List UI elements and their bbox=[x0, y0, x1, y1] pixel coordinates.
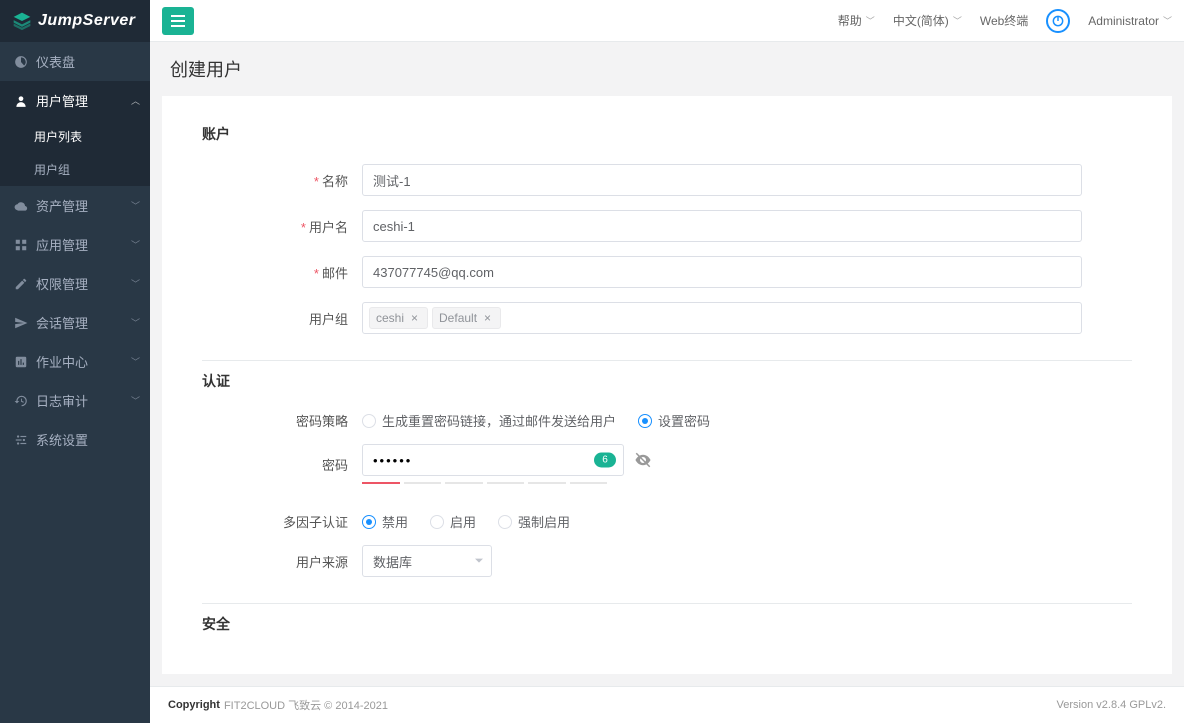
nav-label: 资产管理 bbox=[36, 196, 88, 215]
logo-text: JumpServer bbox=[38, 12, 136, 30]
tag-close-icon[interactable]: × bbox=[481, 312, 494, 325]
section-account: 账户 bbox=[202, 124, 1132, 144]
nav-user-mgmt[interactable]: 用户管理 ︿ bbox=[0, 81, 150, 120]
radio-pwd-policy-set[interactable]: 设置密码 bbox=[638, 411, 710, 430]
send-icon bbox=[14, 316, 28, 330]
nav-list: 仪表盘 用户管理 ︿ 用户列表 用户组 资产管理 ﹀ 应用管理 ﹀ bbox=[0, 42, 150, 459]
nav-label: 系统设置 bbox=[36, 430, 88, 449]
cloud-icon bbox=[14, 199, 28, 213]
user-icon bbox=[14, 94, 28, 108]
header: 帮助﹀ 中文(简体)﹀ Web终端 Administrator﹀ bbox=[150, 0, 1184, 42]
chevron-down-icon: ﹀ bbox=[131, 316, 140, 329]
sidebar-toggle-button[interactable] bbox=[162, 7, 194, 35]
username-input[interactable] bbox=[362, 210, 1082, 242]
history-icon bbox=[14, 394, 28, 408]
help-link[interactable]: 帮助﹀ bbox=[838, 12, 875, 29]
groups-input[interactable]: ceshi× Default× bbox=[362, 302, 1082, 334]
form-card: 账户 *名称 *用户名 *邮件 用户组 ce bbox=[162, 96, 1172, 674]
radio-mfa-enable[interactable]: 启用 bbox=[430, 512, 476, 531]
page-title-bar: 创建用户 bbox=[150, 42, 1184, 96]
user-menu[interactable]: Administrator﹀ bbox=[1088, 14, 1172, 28]
nav-user-group[interactable]: 用户组 bbox=[0, 153, 150, 186]
page-title: 创建用户 bbox=[170, 56, 1164, 82]
nav-label: 会话管理 bbox=[36, 313, 88, 332]
label-groups: 用户组 bbox=[202, 309, 362, 328]
email-input[interactable] bbox=[362, 256, 1082, 288]
chevron-up-icon: ︿ bbox=[131, 94, 140, 107]
source-select[interactable]: 数据库 bbox=[362, 545, 492, 577]
radio-mfa-force[interactable]: 强制启用 bbox=[498, 512, 570, 531]
chevron-down-icon: ﹀ bbox=[1163, 14, 1172, 27]
pwd-strength-badge: 6 bbox=[594, 453, 616, 468]
chevron-down-icon: ﹀ bbox=[131, 238, 140, 251]
nav-label: 日志审计 bbox=[36, 391, 88, 410]
nav-app-mgmt[interactable]: 应用管理 ﹀ bbox=[0, 225, 150, 264]
power-icon bbox=[1051, 14, 1065, 28]
edit-icon bbox=[14, 277, 28, 291]
label-name: *名称 bbox=[202, 171, 362, 190]
password-input[interactable] bbox=[362, 444, 624, 476]
avatar[interactable] bbox=[1046, 9, 1070, 33]
label-mfa: 多因子认证 bbox=[202, 512, 362, 531]
settings-icon bbox=[14, 433, 28, 447]
logo[interactable]: JumpServer bbox=[0, 0, 150, 42]
section-auth: 认证 bbox=[202, 371, 1132, 391]
radio-mfa-disable[interactable]: 禁用 bbox=[362, 512, 408, 531]
label-password: 密码 bbox=[202, 455, 362, 474]
nav-label: 仪表盘 bbox=[36, 52, 75, 71]
chevron-down-icon: ﹀ bbox=[953, 14, 962, 27]
sidebar: JumpServer 仪表盘 用户管理 ︿ 用户列表 用户组 资产管理 ﹀ bbox=[0, 0, 150, 723]
task-icon bbox=[14, 355, 28, 369]
chevron-down-icon: ﹀ bbox=[131, 277, 140, 290]
grid-icon bbox=[14, 238, 28, 252]
nav-label: 应用管理 bbox=[36, 235, 88, 254]
chevron-down-icon: ﹀ bbox=[131, 394, 140, 407]
footer: Copyright FIT2CLOUD 飞致云 © 2014-2021 Vers… bbox=[150, 686, 1184, 723]
footer-copyright-label: Copyright bbox=[168, 699, 220, 711]
nav-job-center[interactable]: 作业中心 ﹀ bbox=[0, 342, 150, 381]
nav-label: 用户管理 bbox=[36, 91, 88, 110]
tag: ceshi× bbox=[369, 307, 428, 329]
nav-log-audit[interactable]: 日志审计 ﹀ bbox=[0, 381, 150, 420]
section-security: 安全 bbox=[202, 614, 1132, 634]
label-email: *邮件 bbox=[202, 263, 362, 282]
nav-session-mgmt[interactable]: 会话管理 ﹀ bbox=[0, 303, 150, 342]
footer-copyright-text: FIT2CLOUD 飞致云 © 2014-2021 bbox=[224, 697, 388, 713]
radio-pwd-policy-email[interactable]: 生成重置密码链接，通过邮件发送给用户 bbox=[362, 411, 616, 430]
chevron-down-icon: ﹀ bbox=[866, 14, 875, 27]
pwd-strength-bar bbox=[362, 482, 607, 484]
nav-user-list[interactable]: 用户列表 bbox=[0, 120, 150, 153]
name-input[interactable] bbox=[362, 164, 1082, 196]
nav-asset-mgmt[interactable]: 资产管理 ﹀ bbox=[0, 186, 150, 225]
nav-system-settings[interactable]: 系统设置 bbox=[0, 420, 150, 459]
language-link[interactable]: 中文(简体)﹀ bbox=[893, 12, 962, 29]
nav-perm-mgmt[interactable]: 权限管理 ﹀ bbox=[0, 264, 150, 303]
eye-off-icon[interactable] bbox=[634, 451, 652, 469]
chevron-down-icon: ﹀ bbox=[131, 355, 140, 368]
tag-close-icon[interactable]: × bbox=[408, 312, 421, 325]
nav-label: 作业中心 bbox=[36, 352, 88, 371]
label-source: 用户来源 bbox=[202, 552, 362, 571]
tag: Default× bbox=[432, 307, 501, 329]
label-username: *用户名 bbox=[202, 217, 362, 236]
chevron-down-icon: ﹀ bbox=[131, 199, 140, 212]
dashboard-icon bbox=[14, 55, 28, 69]
label-pwd-policy: 密码策略 bbox=[202, 411, 362, 430]
nav-label: 权限管理 bbox=[36, 274, 88, 293]
web-terminal-link[interactable]: Web终端 bbox=[980, 12, 1028, 29]
logo-icon bbox=[12, 11, 32, 31]
footer-version: Version v2.8.4 GPLv2. bbox=[1057, 699, 1166, 711]
nav-dashboard[interactable]: 仪表盘 bbox=[0, 42, 150, 81]
